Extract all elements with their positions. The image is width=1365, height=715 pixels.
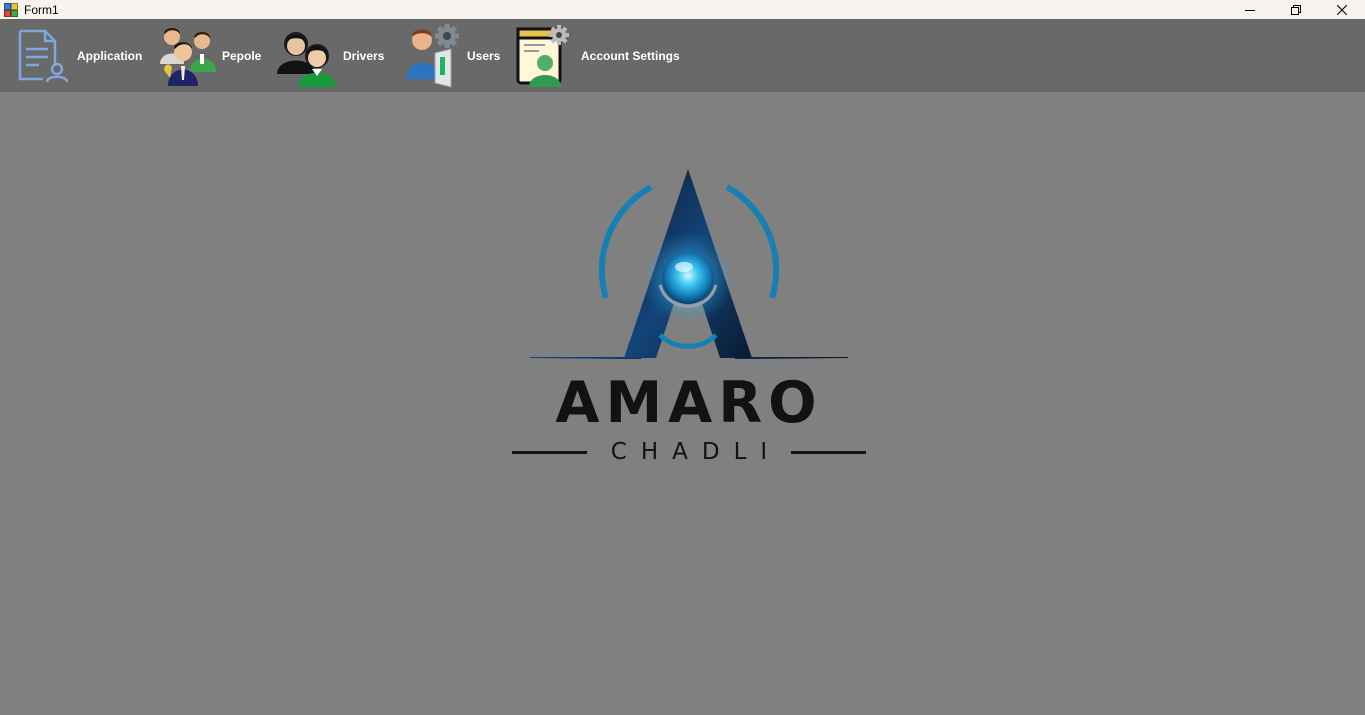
- menu-users[interactable]: Users: [405, 19, 500, 92]
- menu-account-settings-label: Account Settings: [581, 48, 680, 63]
- restore-button[interactable]: [1273, 0, 1319, 19]
- main-menustrip: Application Pepole Drivers Users Account…: [0, 19, 1365, 92]
- window-titlebar: Form1: [0, 0, 1365, 19]
- restore-icon: [1291, 4, 1301, 15]
- menu-drivers[interactable]: Drivers: [276, 19, 384, 92]
- application-form-icon: [14, 28, 70, 84]
- account-settings-icon: [515, 23, 573, 89]
- logo-rule-left: [512, 450, 587, 454]
- form-app-icon: [4, 2, 18, 17]
- logo-subtitle: CHADLI: [610, 439, 782, 465]
- amaro-logo: AMARO CHADLI: [508, 163, 870, 468]
- logo-rule-right: [791, 450, 866, 454]
- menu-users-label: Users: [467, 48, 501, 63]
- users-settings-icon: [405, 23, 461, 89]
- menu-drivers-label: Drivers: [343, 48, 385, 63]
- menu-people[interactable]: Pepole: [156, 19, 261, 92]
- menu-account-settings[interactable]: Account Settings: [515, 19, 680, 92]
- menu-people-label: Pepole: [222, 48, 262, 63]
- logo-emblem-icon: [530, 169, 848, 359]
- minimize-icon: [1245, 9, 1255, 11]
- logo-subline: CHADLI: [512, 439, 866, 465]
- drivers-icon: [276, 24, 338, 88]
- window-title: Form1: [24, 2, 59, 17]
- window-controls: [1227, 0, 1365, 19]
- minimize-button[interactable]: [1227, 0, 1273, 19]
- close-icon: [1337, 4, 1347, 15]
- logo-wordmark: AMARO: [555, 370, 823, 436]
- menu-application-label: Application: [77, 48, 143, 63]
- menu-application[interactable]: Application: [14, 19, 142, 92]
- people-group-icon: [156, 24, 220, 88]
- close-button[interactable]: [1319, 0, 1365, 19]
